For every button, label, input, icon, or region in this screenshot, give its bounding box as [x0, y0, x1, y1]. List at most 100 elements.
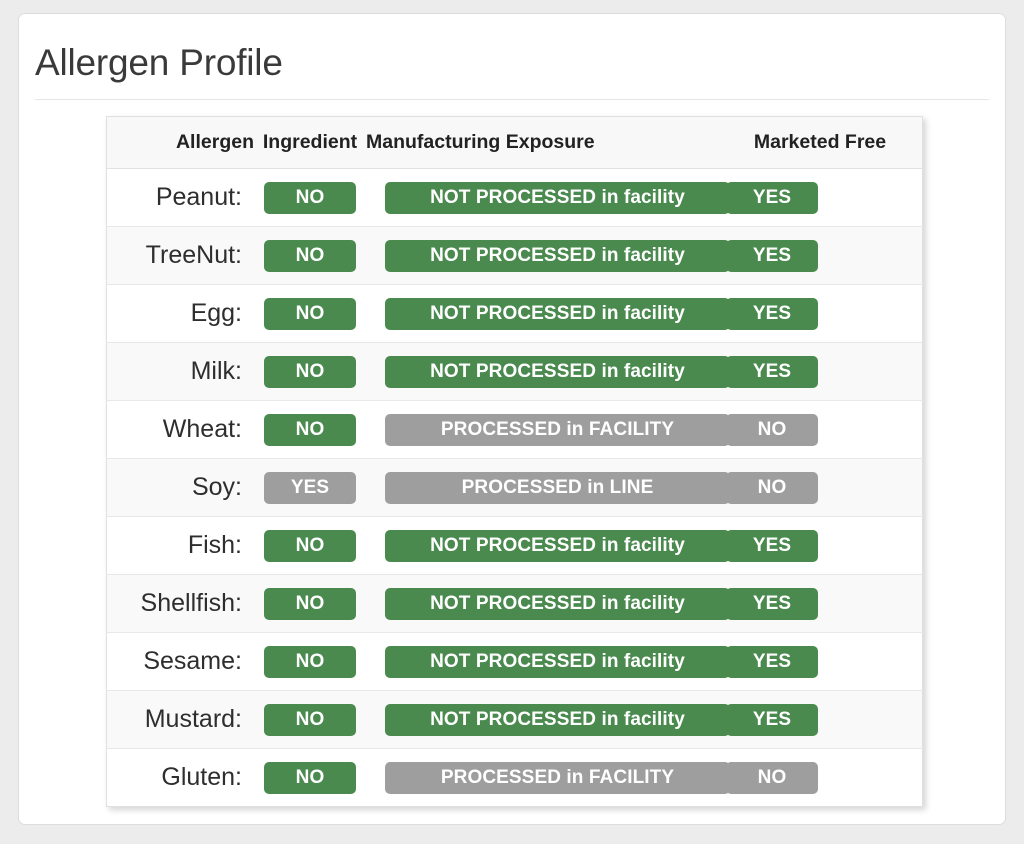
ingredient-status-cell: YES: [254, 459, 366, 517]
allergen-label: Sesame:: [143, 647, 242, 675]
ingredient-status-badge: NO: [264, 239, 356, 272]
title-divider: [35, 98, 989, 100]
table-row: Mustard: NO NOT PROCESSED in facility YES: [106, 690, 923, 749]
ingredient-status-cell: NO: [254, 691, 366, 749]
ingredient-status-cell: NO: [254, 517, 366, 575]
ingredient-status-cell: NO: [254, 633, 366, 691]
ingredient-status-badge: NO: [264, 703, 356, 736]
manufacturing-exposure-status-cell: NOT PROCESSED in facility: [366, 227, 730, 285]
table-row: Wheat: NO PROCESSED in FACILITY NO: [106, 400, 923, 459]
marketed-free-status-cell: YES: [718, 633, 923, 691]
column-header-allergen: Allergen: [106, 116, 254, 169]
manufacturing-exposure-status-badge: NOT PROCESSED in facility: [385, 355, 730, 388]
manufacturing-exposure-status-cell: NOT PROCESSED in facility: [366, 575, 730, 633]
ingredient-status-cell: NO: [254, 227, 366, 285]
ingredient-status-badge: NO: [264, 355, 356, 388]
table-row: Egg: NO NOT PROCESSED in facility YES: [106, 284, 923, 343]
allergen-label: Milk:: [190, 357, 242, 385]
marketed-free-status-badge: NO: [726, 471, 818, 504]
ingredient-status-cell: NO: [254, 575, 366, 633]
allergen-profile-card: Allergen Profile Allergen Ingredient Man…: [18, 13, 1006, 825]
marketed-free-status-badge: YES: [726, 703, 818, 736]
manufacturing-exposure-status-badge: PROCESSED in FACILITY: [385, 413, 730, 446]
table-body: Peanut: NO NOT PROCESSED in facility YES Tre…: [106, 168, 923, 807]
table-row: Shellfish: NO NOT PROCESSED in facility YES: [106, 574, 923, 633]
allergen-label: Gluten:: [161, 763, 242, 791]
manufacturing-exposure-status-cell: PROCESSED in LINE: [366, 459, 730, 517]
marketed-free-status-cell: YES: [718, 575, 923, 633]
column-header-manufacturing-exposure: Manufacturing Exposure: [366, 116, 718, 169]
table-row: Milk: NO NOT PROCESSED in facility YES: [106, 342, 923, 401]
ingredient-status-badge: NO: [264, 297, 356, 330]
table-header: Allergen Ingredient Manufacturing Exposu…: [106, 116, 923, 169]
manufacturing-exposure-status-badge: NOT PROCESSED in facility: [385, 645, 730, 678]
marketed-free-status-cell: YES: [718, 691, 923, 749]
allergen-label: Fish:: [187, 531, 242, 559]
marketed-free-status-cell: YES: [718, 285, 923, 343]
allergen-label: Egg:: [190, 299, 242, 327]
table-row: Fish: NO NOT PROCESSED in facility YES: [106, 516, 923, 575]
table-header-row: Allergen Ingredient Manufacturing Exposu…: [106, 116, 923, 169]
manufacturing-exposure-status-badge: NOT PROCESSED in facility: [385, 529, 730, 562]
table-row: Soy: YES PROCESSED in LINE NO: [106, 458, 923, 517]
manufacturing-exposure-status-badge: PROCESSED in FACILITY: [385, 761, 730, 794]
manufacturing-exposure-status-cell: NOT PROCESSED in facility: [366, 285, 730, 343]
allergen-label: Wheat:: [162, 415, 242, 443]
ingredient-status-badge: NO: [264, 413, 356, 446]
allergen-label: TreeNut:: [145, 241, 242, 269]
allergen-table-container: Allergen Ingredient Manufacturing Exposu…: [106, 116, 923, 807]
manufacturing-exposure-status-badge: PROCESSED in LINE: [385, 471, 730, 504]
marketed-free-status-badge: YES: [726, 355, 818, 388]
marketed-free-status-badge: YES: [726, 645, 818, 678]
page-title: Allergen Profile: [35, 42, 283, 83]
allergen-label: Peanut:: [155, 183, 242, 211]
marketed-free-status-cell: YES: [718, 227, 923, 285]
allergen-label: Mustard:: [144, 705, 242, 733]
ingredient-status-cell: NO: [254, 169, 366, 227]
ingredient-status-badge: NO: [264, 529, 356, 562]
table-row: TreeNut: NO NOT PROCESSED in facility YES: [106, 226, 923, 285]
column-header-ingredient: Ingredient: [254, 116, 366, 169]
marketed-free-status-cell: NO: [718, 749, 923, 807]
table-row: Gluten: NO PROCESSED in FACILITY NO: [106, 748, 923, 807]
manufacturing-exposure-status-cell: NOT PROCESSED in facility: [366, 517, 730, 575]
manufacturing-exposure-status-cell: NOT PROCESSED in facility: [366, 343, 730, 401]
marketed-free-status-badge: NO: [726, 761, 818, 794]
marketed-free-status-badge: YES: [726, 239, 818, 272]
ingredient-status-cell: NO: [254, 285, 366, 343]
allergen-table: Allergen Ingredient Manufacturing Exposu…: [106, 116, 923, 807]
marketed-free-status-cell: YES: [718, 169, 923, 227]
marketed-free-status-cell: YES: [718, 517, 923, 575]
allergen-label: Soy:: [191, 473, 242, 501]
marketed-free-status-cell: NO: [718, 459, 923, 517]
marketed-free-status-badge: YES: [726, 181, 818, 214]
manufacturing-exposure-status-badge: NOT PROCESSED in facility: [385, 239, 730, 272]
marketed-free-status-cell: NO: [718, 401, 923, 459]
table-row: Peanut: NO NOT PROCESSED in facility YES: [106, 168, 923, 227]
ingredient-status-cell: NO: [254, 749, 366, 807]
ingredient-status-badge: NO: [264, 587, 356, 620]
column-header-marketed-free: Marketed Free: [718, 116, 923, 169]
manufacturing-exposure-status-badge: NOT PROCESSED in facility: [385, 703, 730, 736]
manufacturing-exposure-status-badge: NOT PROCESSED in facility: [385, 587, 730, 620]
manufacturing-exposure-status-badge: NOT PROCESSED in facility: [385, 181, 730, 214]
ingredient-status-badge: YES: [264, 471, 356, 504]
marketed-free-status-badge: YES: [726, 297, 818, 330]
manufacturing-exposure-status-cell: NOT PROCESSED in facility: [366, 633, 730, 691]
ingredient-status-cell: NO: [254, 401, 366, 459]
marketed-free-status-badge: YES: [726, 587, 818, 620]
ingredient-status-badge: NO: [264, 181, 356, 214]
manufacturing-exposure-status-cell: NOT PROCESSED in facility: [366, 691, 730, 749]
ingredient-status-cell: NO: [254, 343, 366, 401]
table-row: Sesame: NO NOT PROCESSED in facility YES: [106, 632, 923, 691]
manufacturing-exposure-status-badge: NOT PROCESSED in facility: [385, 297, 730, 330]
ingredient-status-badge: NO: [264, 761, 356, 794]
manufacturing-exposure-status-cell: NOT PROCESSED in facility: [366, 169, 730, 227]
marketed-free-status-cell: YES: [718, 343, 923, 401]
ingredient-status-badge: NO: [264, 645, 356, 678]
manufacturing-exposure-status-cell: PROCESSED in FACILITY: [366, 749, 730, 807]
marketed-free-status-badge: NO: [726, 413, 818, 446]
manufacturing-exposure-status-cell: PROCESSED in FACILITY: [366, 401, 730, 459]
allergen-label: Shellfish:: [140, 589, 242, 617]
marketed-free-status-badge: YES: [726, 529, 818, 562]
